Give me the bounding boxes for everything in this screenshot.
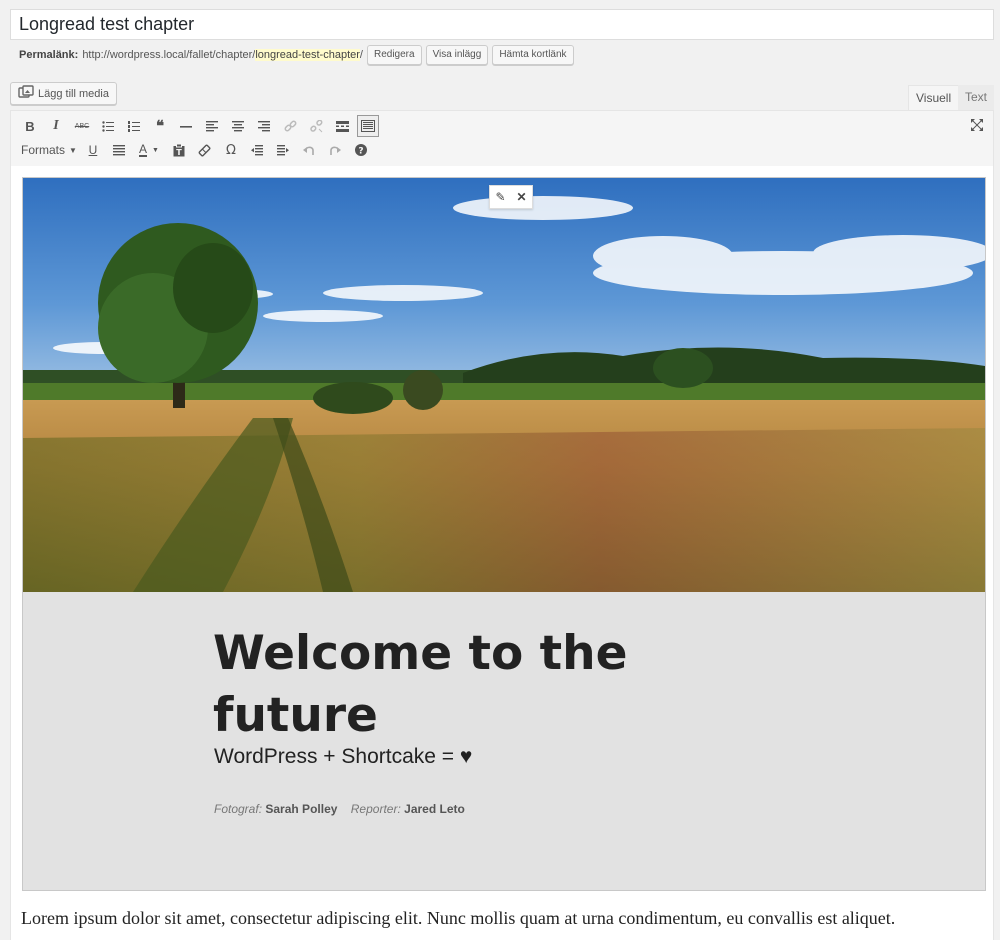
hero-image <box>23 178 985 592</box>
shortcode-block-toolbar: ✎ ✕ <box>489 185 533 209</box>
unlink-icon[interactable] <box>303 115 329 137</box>
indent-icon[interactable] <box>270 139 296 161</box>
toolbar-row-2: Formats ▼ U A ▼ T Ω ? <box>17 138 374 162</box>
align-center-icon[interactable] <box>225 115 251 137</box>
add-media-button[interactable]: Lägg till media <box>10 82 117 105</box>
clear-formatting-icon[interactable] <box>192 139 218 161</box>
underline-icon[interactable]: U <box>80 139 106 161</box>
edit-permalink-button[interactable]: Redigera <box>366 45 422 65</box>
outdent-icon[interactable] <box>244 139 270 161</box>
reporter-name: Jared Leto <box>404 802 465 816</box>
reporter-label: Reporter: <box>350 802 401 816</box>
bold-icon[interactable]: B <box>17 115 43 137</box>
photographer-name: Sarah Polley <box>265 802 338 816</box>
longread-header-shortcode[interactable]: ✎ ✕ Welcome to the future WordPress + Sh… <box>22 177 986 891</box>
align-right-icon[interactable] <box>251 115 277 137</box>
undo-icon[interactable] <box>296 139 322 161</box>
permalink-base-url: http://wordpress.local/fallet/chapter/ <box>82 49 256 61</box>
fullscreen-icon[interactable] <box>967 115 987 135</box>
toolbar-row-1: B I ABC ❝ <box>17 114 379 138</box>
editor-content-area[interactable]: ✎ ✕ Welcome to the future WordPress + Sh… <box>10 166 994 940</box>
blockquote-icon[interactable]: ❝ <box>147 115 173 137</box>
numbered-list-icon[interactable] <box>121 115 147 137</box>
bullet-list-icon[interactable] <box>95 115 121 137</box>
tab-text[interactable]: Text <box>958 85 995 110</box>
formats-label: Formats <box>21 143 66 157</box>
photographer-label: Fotograf: <box>214 802 263 816</box>
permalink-suffix: / <box>359 49 363 61</box>
svg-text:T: T <box>176 148 182 157</box>
paste-as-text-icon[interactable]: T <box>166 139 192 161</box>
read-more-icon[interactable] <box>329 115 355 137</box>
redo-icon[interactable] <box>322 139 348 161</box>
special-character-icon[interactable]: Ω <box>218 139 244 161</box>
view-post-button[interactable]: Visa inlägg <box>425 45 489 65</box>
permalink-row: Permalänk: http://wordpress.local/fallet… <box>19 44 574 66</box>
strikethrough-icon[interactable]: ABC <box>69 115 95 137</box>
add-media-label: Lägg till media <box>38 87 109 100</box>
text-color-icon[interactable]: A ▼ <box>132 139 166 161</box>
close-icon[interactable]: ✕ <box>516 191 526 203</box>
hero-title: Welcome to the future <box>213 626 628 743</box>
credits-line: Fotograf: Sarah Polley Reporter: Jared L… <box>214 802 465 816</box>
post-title-input[interactable] <box>10 9 994 40</box>
align-left-icon[interactable] <box>199 115 225 137</box>
link-icon[interactable] <box>277 115 303 137</box>
media-icon <box>18 85 34 102</box>
tab-visual[interactable]: Visuell <box>908 85 960 110</box>
permalink-label: Permalänk: <box>19 49 79 61</box>
body-paragraph: Lorem ipsum dolor sit amet, consectetur … <box>21 908 896 928</box>
toolbar-toggle-icon[interactable] <box>357 115 379 137</box>
horizontal-rule-icon[interactable] <box>173 115 199 137</box>
hero-subtitle: WordPress + Shortcake = ♥ <box>214 745 473 768</box>
help-icon[interactable]: ? <box>348 139 374 161</box>
edit-pencil-icon[interactable]: ✎ <box>495 191 505 203</box>
justify-icon[interactable] <box>106 139 132 161</box>
chevron-down-icon: ▼ <box>69 145 77 155</box>
italic-icon[interactable]: I <box>43 115 69 137</box>
editor-toolbar: B I ABC ❝ Formats ▼ U A ▼ T Ω ? <box>10 110 994 167</box>
svg-text:?: ? <box>358 147 363 157</box>
formats-dropdown[interactable]: Formats ▼ <box>17 139 80 161</box>
get-shortlink-button[interactable]: Hämta kortlänk <box>492 45 574 65</box>
permalink-slug[interactable]: longread-test-chapter <box>255 49 360 61</box>
